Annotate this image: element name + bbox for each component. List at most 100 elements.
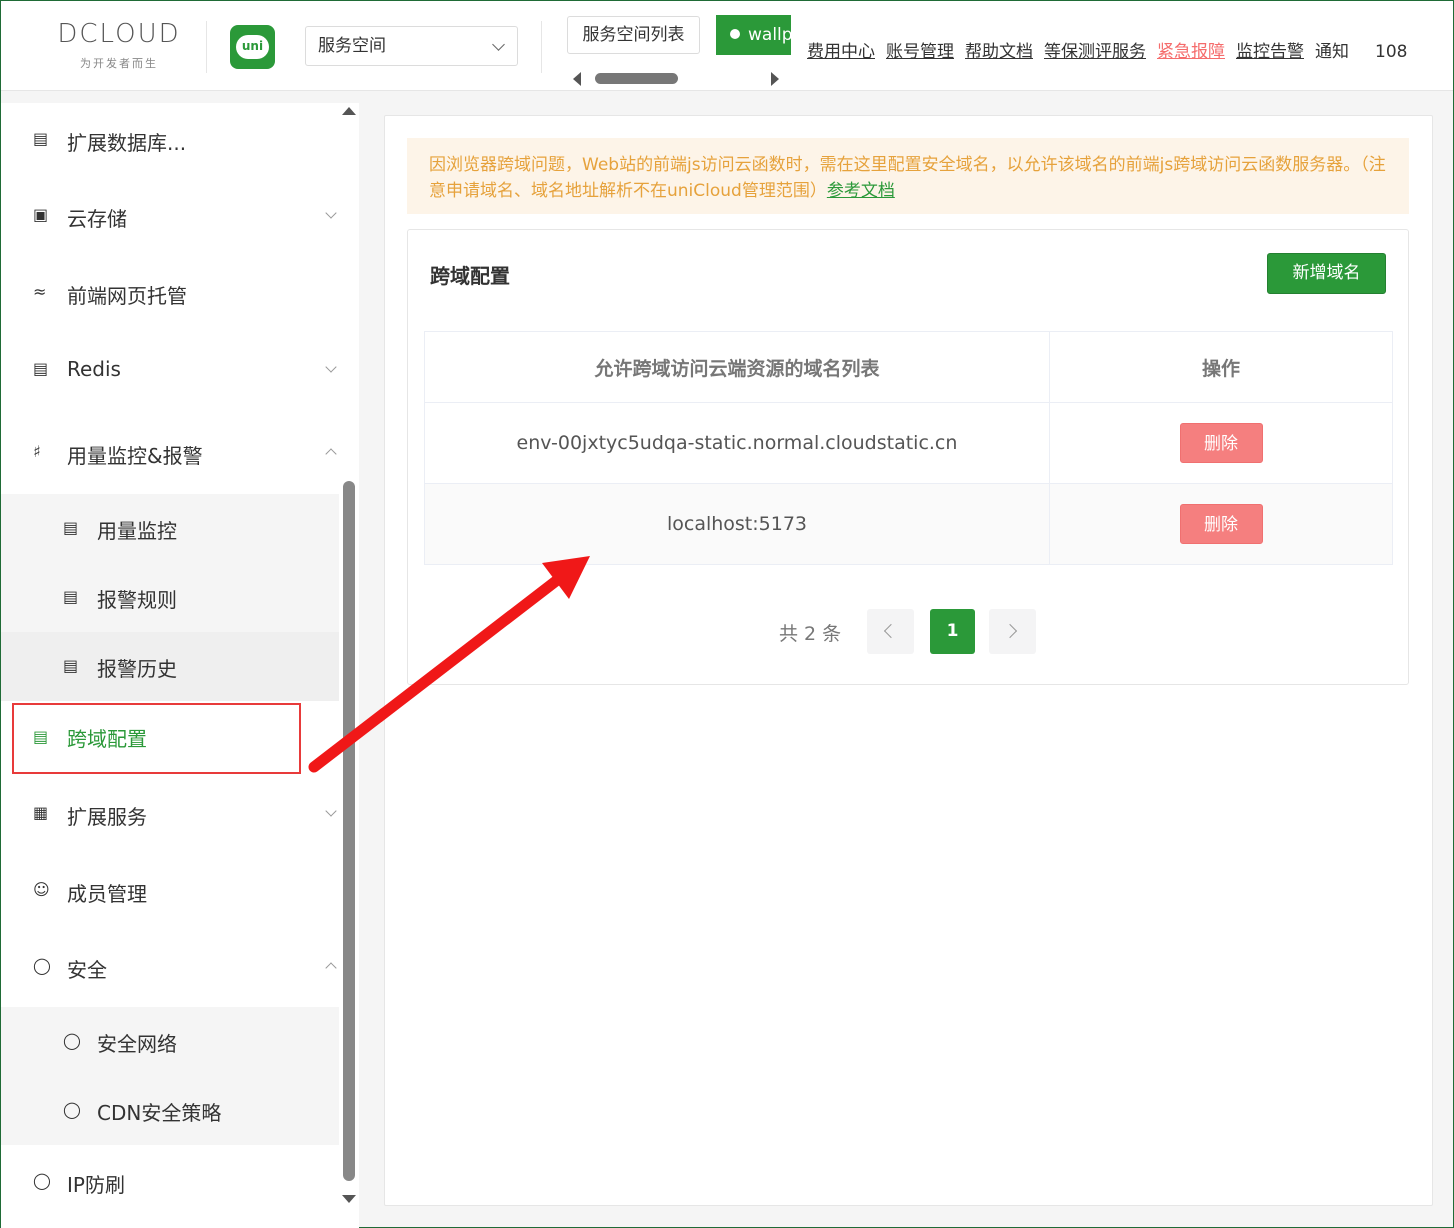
pagination-total: 共 2 条 xyxy=(779,623,842,645)
sidebar-item-label: 扩展服务 xyxy=(67,805,147,829)
sidebar-item-label: IP防刷 xyxy=(67,1173,125,1197)
sidebar-item-security[interactable]: ◯ 安全 xyxy=(1,952,339,982)
table-row: env-00jxtyc5udqa-static.normal.cloudstat… xyxy=(424,402,1393,484)
user-icon: ☺ xyxy=(33,880,50,899)
scroll-left-icon[interactable] xyxy=(573,72,581,86)
sidebar-item-label: 安全 xyxy=(67,958,107,982)
nav-emergency[interactable]: 紧急报障 xyxy=(1157,42,1225,62)
service-space-select[interactable]: 服务空间 xyxy=(305,26,518,66)
sidebar-item-label: 前端网页托管 xyxy=(67,284,187,308)
reference-docs-link[interactable]: 参考文档 xyxy=(827,181,895,201)
action-cell: 删除 xyxy=(1049,402,1393,484)
shield-check-icon: ◯ xyxy=(33,1171,51,1190)
monitor-icon: ▤ xyxy=(63,518,79,537)
header-divider xyxy=(206,21,207,73)
sidebar-item-usage-alarm[interactable]: ♯ 用量监控&报警 xyxy=(1,438,339,468)
chevron-up-icon xyxy=(325,448,337,460)
sidebar-item-redis[interactable]: ▤ Redis xyxy=(1,355,339,385)
sidebar-item-security-network[interactable]: ◯ 安全网络 xyxy=(1,1007,339,1076)
logo-text: DCLOUD xyxy=(57,19,181,49)
sidebar-item-ip-protection[interactable]: ◯ IP防刷 xyxy=(1,1167,339,1197)
header-divider xyxy=(541,21,542,73)
chevron-down-icon xyxy=(325,207,337,219)
unicloud-icon[interactable]: uni xyxy=(230,25,275,69)
sidebar-item-label: 用量监控 xyxy=(97,519,177,543)
sidebar-item-alarm-rules[interactable]: ▤ 报警规则 xyxy=(1,563,339,632)
sidebar-scrollbar[interactable] xyxy=(339,103,359,1228)
page-title: 跨域配置 xyxy=(430,264,510,288)
domain-table: 允许跨域访问云端资源的域名列表 操作 env-00jxtyc5udqa-stat… xyxy=(424,331,1393,565)
sidebar-item-ext-db[interactable]: ▤ 扩展数据库... xyxy=(1,125,339,155)
sidebar-item-label: 安全网络 xyxy=(97,1032,177,1056)
sidebar-item-label: 扩展数据库... xyxy=(67,131,187,155)
sidebar-item-ext-services[interactable]: ▦ 扩展服务 xyxy=(1,799,339,829)
nav-monitor-alerts[interactable]: 监控告警 xyxy=(1236,42,1304,62)
tabs-horizontal-scrollbar[interactable] xyxy=(567,65,787,91)
top-nav: 费用中心 账号管理 帮助文档 等保测评服务 紧急报障 监控告警 通知 108 xyxy=(807,37,1418,62)
grid-icon: ▦ xyxy=(33,803,49,822)
sidebar-item-members[interactable]: ☺ 成员管理 xyxy=(1,876,339,906)
scrollbar-thumb[interactable] xyxy=(595,73,678,84)
chevron-right-icon xyxy=(1002,623,1018,639)
scroll-right-icon[interactable] xyxy=(771,72,779,86)
nav-security-eval[interactable]: 等保测评服务 xyxy=(1044,42,1146,62)
chevron-down-icon xyxy=(492,38,505,51)
action-cell: 删除 xyxy=(1049,483,1393,565)
history-icon: ▤ xyxy=(63,656,79,675)
chevron-down-icon xyxy=(325,361,337,373)
status-dot-icon xyxy=(730,28,740,39)
scroll-down-icon[interactable] xyxy=(342,1195,356,1203)
sidebar-item-cdn-security[interactable]: ◯ CDN安全策略 xyxy=(1,1076,339,1145)
space-list-button[interactable]: 服务空间列表 xyxy=(567,16,700,54)
active-space-tab[interactable]: wallp xyxy=(716,15,791,55)
shield-icon: ◯ xyxy=(63,1100,81,1119)
service-space-select-value: 服务空间 xyxy=(318,36,386,56)
table-header-row: 允许跨域访问云端资源的域名列表 操作 xyxy=(424,331,1393,403)
delete-button[interactable]: 删除 xyxy=(1179,423,1263,463)
sidebar-item-label: 成员管理 xyxy=(67,882,147,906)
cors-notice: 因浏览器跨域问题，Web站的前端js访问云函数时，需在这里配置安全域名，以允许该… xyxy=(407,138,1409,214)
annotation-highlight-box xyxy=(12,703,301,774)
column-header-actions: 操作 xyxy=(1049,331,1393,403)
sidebar-item-label: Redis xyxy=(67,357,121,381)
nav-billing[interactable]: 费用中心 xyxy=(807,42,875,62)
cors-config-card: 跨域配置 新增域名 允许跨域访问云端资源的域名列表 操作 env-00jxtyc… xyxy=(407,229,1409,685)
sidebar-item-label: 报警历史 xyxy=(97,657,177,681)
next-page-button[interactable] xyxy=(989,609,1036,654)
dcloud-logo[interactable]: DCLOUD 为开发者而生 xyxy=(49,19,189,75)
nav-user-id[interactable]: 108 xyxy=(1375,42,1407,62)
uni-icon-label: uni xyxy=(241,39,264,53)
sidebar-item-web-hosting[interactable]: ≈ 前端网页托管 xyxy=(1,278,339,308)
sidebar-item-label: 云存储 xyxy=(67,207,127,231)
sidebar-item-cloud-storage[interactable]: ▣ 云存储 xyxy=(1,201,339,231)
scroll-up-icon[interactable] xyxy=(342,107,356,115)
rule-icon: ▤ xyxy=(63,587,79,606)
table-row: localhost:5173 删除 xyxy=(424,483,1393,565)
nav-notifications[interactable]: 通知 xyxy=(1315,42,1349,62)
hosting-icon: ≈ xyxy=(33,282,47,301)
add-domain-button[interactable]: 新增域名 xyxy=(1267,253,1386,294)
chevron-up-icon xyxy=(325,962,337,974)
domain-cell: localhost:5173 xyxy=(424,483,1050,565)
sidebar-item-label: 用量监控&报警 xyxy=(67,444,203,468)
alarm-icon: ♯ xyxy=(33,442,41,461)
logo-slogan: 为开发者而生 xyxy=(80,57,158,70)
delete-button[interactable]: 删除 xyxy=(1179,504,1263,544)
shield-icon: ◯ xyxy=(63,1031,81,1050)
sidebar-item-alarm-history[interactable]: ▤ 报警历史 xyxy=(1,632,339,701)
sidebar-item-label: 报警规则 xyxy=(97,588,177,612)
nav-account[interactable]: 账号管理 xyxy=(886,42,954,62)
database-icon: ▤ xyxy=(33,129,49,148)
sidebar-item-label: CDN安全策略 xyxy=(97,1101,222,1125)
shield-icon: ◯ xyxy=(33,956,51,975)
sidebar-item-usage-monitor[interactable]: ▤ 用量监控 xyxy=(1,494,339,563)
page-number-current[interactable]: 1 xyxy=(930,609,975,654)
top-header: DCLOUD 为开发者而生 uni 服务空间 服务空间列表 wallp 费用中心… xyxy=(1,1,1453,91)
prev-page-button[interactable] xyxy=(867,609,914,654)
notice-text: 因浏览器跨域问题，Web站的前端js访问云函数时，需在这里配置安全域名，以允许该… xyxy=(429,155,1386,201)
redis-icon: ▤ xyxy=(33,359,49,378)
chevron-left-icon xyxy=(883,623,899,639)
scrollbar-thumb[interactable] xyxy=(343,481,355,1181)
domain-cell: env-00jxtyc5udqa-static.normal.cloudstat… xyxy=(424,402,1050,484)
nav-help-docs[interactable]: 帮助文档 xyxy=(965,42,1033,62)
